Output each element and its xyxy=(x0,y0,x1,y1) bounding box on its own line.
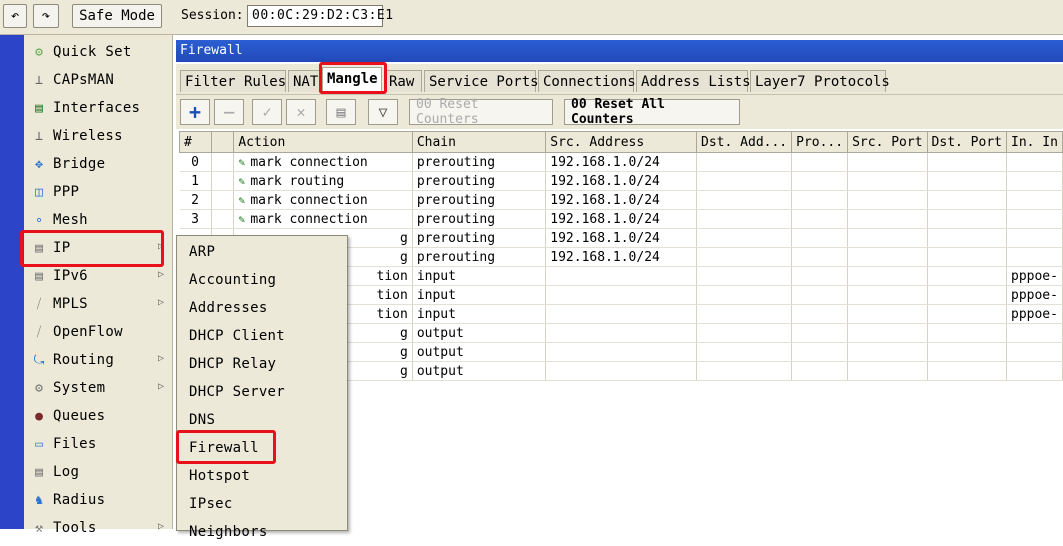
reset-counters-button[interactable]: 00 Reset Counters xyxy=(409,97,553,127)
sidebar: ⚙ Quick Set ⊥ CAPsMAN ▤ Interfaces ⊥ Wireles… xyxy=(24,35,173,536)
chevron-right-icon: ▷ xyxy=(157,521,164,532)
sidebar-item-system[interactable]: ⚙ System ▷ xyxy=(24,374,172,402)
submenu-item-addresses[interactable]: Addresses xyxy=(177,294,345,322)
safe-mode-button[interactable]: Safe Mode xyxy=(72,4,162,28)
left-brand-strip xyxy=(0,35,24,529)
sidebar-item-capsman[interactable]: ⊥ CAPsMAN xyxy=(24,66,172,94)
chevron-right-icon: ▷ xyxy=(157,297,164,308)
enable-icon[interactable]: ✓ xyxy=(252,99,282,125)
pencil-icon: ✎ xyxy=(238,174,245,188)
submenu-item-dhcp-server[interactable]: DHCP Server xyxy=(177,378,345,406)
chevron-right-icon: ▷ xyxy=(157,353,164,364)
tab-connections[interactable]: Connections xyxy=(538,70,636,92)
col-header-number[interactable]: # xyxy=(179,131,212,153)
table-row[interactable]: 2 ✎ mark connection prerouting 192.168.1.0/2… xyxy=(179,190,1063,210)
chevron-right-icon: ▷ xyxy=(157,269,164,280)
submenu-item-dhcp-client[interactable]: DHCP Client xyxy=(177,322,345,350)
reset-all-counters-button[interactable]: 00 Reset All Counters xyxy=(564,97,740,127)
bridge-icon: ✥ xyxy=(35,156,43,172)
sidebar-item-interfaces[interactable]: ▤ Interfaces xyxy=(24,94,172,122)
col-header-chain[interactable]: Chain xyxy=(411,131,547,153)
submenu-item-neighbors[interactable]: Neighbors xyxy=(177,518,345,546)
col-header-src-address[interactable]: Src. Address xyxy=(545,131,698,153)
col-header-dst-address[interactable]: Dst. Add... xyxy=(696,131,793,153)
window-title: Firewall xyxy=(176,40,1063,62)
ip-submenu: ARP Accounting Addresses DHCP Client DHC… xyxy=(176,235,348,540)
tab-service-ports[interactable]: Service Ports xyxy=(424,70,539,92)
ipv6-icon: ▤ xyxy=(35,268,43,284)
col-header-dst-port[interactable]: Dst. Port xyxy=(926,131,1008,153)
submenu-item-accounting[interactable]: Accounting xyxy=(177,266,345,294)
disable-icon[interactable]: ✕ xyxy=(286,99,316,125)
highlight-ip xyxy=(20,230,164,267)
sidebar-item-queues[interactable]: ● Queues xyxy=(24,402,172,430)
mesh-icon: ∘ xyxy=(35,212,43,228)
highlight-firewall xyxy=(176,430,276,464)
comment-icon[interactable]: ▤ xyxy=(326,99,356,125)
list-toolbar: + − ✓ ✕ ▤ ▽ 00 Reset Counters 00 Reset A… xyxy=(176,94,1063,129)
highlight-mangle-tab xyxy=(319,62,387,94)
tab-filter-rules[interactable]: Filter Rules xyxy=(180,70,286,92)
remove-icon[interactable]: − xyxy=(214,99,244,125)
sidebar-item-mpls[interactable]: ⧸ MPLS ▷ xyxy=(24,290,172,318)
col-header-src-port[interactable]: Src. Port xyxy=(847,131,928,153)
files-icon: ▭ xyxy=(35,436,43,452)
wireless-icon: ⊥ xyxy=(35,128,43,144)
chevron-right-icon: ▷ xyxy=(157,381,164,392)
col-header-protocol[interactable]: Pro... xyxy=(791,131,849,153)
table-row[interactable]: 0 ✎ mark connection prerouting 192.168.1.0/2… xyxy=(179,152,1063,172)
ppp-icon: ◫ xyxy=(35,184,43,200)
col-header-in-interface[interactable]: In. In xyxy=(1006,131,1063,153)
sidebar-item-radius[interactable]: ♞ Radius xyxy=(24,486,172,514)
interfaces-icon: ▤ xyxy=(35,100,43,116)
col-header-action[interactable]: Action xyxy=(233,131,413,153)
tab-layer7-protocols[interactable]: Layer7 Protocols xyxy=(750,70,890,92)
sidebar-item-ppp[interactable]: ◫ PPP xyxy=(24,178,172,206)
tab-bar: Filter Rules NAT Mangle Raw Service Port… xyxy=(176,64,1063,94)
table-row[interactable]: 1 ✎ mark routing prerouting 192.168.1.0/24 xyxy=(179,171,1063,191)
openflow-icon: ⧸ xyxy=(36,324,42,340)
filter-icon[interactable]: ▽ xyxy=(368,99,398,125)
quickset-icon: ⚙ xyxy=(35,44,43,60)
session-label: Session: xyxy=(181,8,244,23)
redo-icon[interactable]: ↷ xyxy=(33,4,59,28)
col-header-flag[interactable] xyxy=(210,131,235,153)
table-header: # Action Chain Src. Address Dst. Add... … xyxy=(179,131,1063,153)
sidebar-item-quick-set[interactable]: ⚙ Quick Set xyxy=(24,38,172,66)
add-icon[interactable]: + xyxy=(180,99,210,125)
pencil-icon: ✎ xyxy=(238,155,245,169)
tools-icon: ⚒ xyxy=(35,520,43,536)
log-icon: ▤ xyxy=(35,464,43,480)
queues-icon: ● xyxy=(35,408,43,424)
tab-raw[interactable]: Raw xyxy=(384,70,422,92)
sidebar-item-tools[interactable]: ⚒ Tools ▷ xyxy=(24,514,172,542)
sidebar-item-wireless[interactable]: ⊥ Wireless xyxy=(24,122,172,150)
sidebar-item-openflow[interactable]: ⧸ OpenFlow xyxy=(24,318,172,346)
system-icon: ⚙ xyxy=(35,380,43,396)
submenu-item-arp[interactable]: ARP xyxy=(177,238,345,266)
undo-icon[interactable]: ↶ xyxy=(3,4,27,28)
session-field[interactable]: 00:0C:29:D2:C3:E1 xyxy=(247,5,393,27)
table-row[interactable]: 3 ✎ mark connection prerouting 192.168.1.0/2… xyxy=(179,209,1063,229)
routing-icon: ⤿ xyxy=(33,352,45,368)
top-toolbar: ↶ ↷ Safe Mode Session: 00:0C:29:D2:C3:E1 xyxy=(0,0,1063,35)
submenu-item-dhcp-relay[interactable]: DHCP Relay xyxy=(177,350,345,378)
sidebar-item-routing[interactable]: ⤿ Routing ▷ xyxy=(24,346,172,374)
tab-nat[interactable]: NAT xyxy=(288,70,320,92)
mpls-icon: ⧸ xyxy=(36,296,42,312)
tab-address-lists[interactable]: Address Lists xyxy=(636,70,751,92)
sidebar-item-log[interactable]: ▤ Log xyxy=(24,458,172,486)
sidebar-item-bridge[interactable]: ✥ Bridge xyxy=(24,150,172,178)
pencil-icon: ✎ xyxy=(238,212,245,226)
pencil-icon: ✎ xyxy=(238,193,245,207)
sidebar-item-files[interactable]: ▭ Files xyxy=(24,430,172,458)
submenu-item-hotspot[interactable]: Hotspot xyxy=(177,462,345,490)
capsman-icon: ⊥ xyxy=(35,72,43,88)
submenu-item-ipsec[interactable]: IPsec xyxy=(177,490,345,518)
radius-icon: ♞ xyxy=(35,492,43,508)
